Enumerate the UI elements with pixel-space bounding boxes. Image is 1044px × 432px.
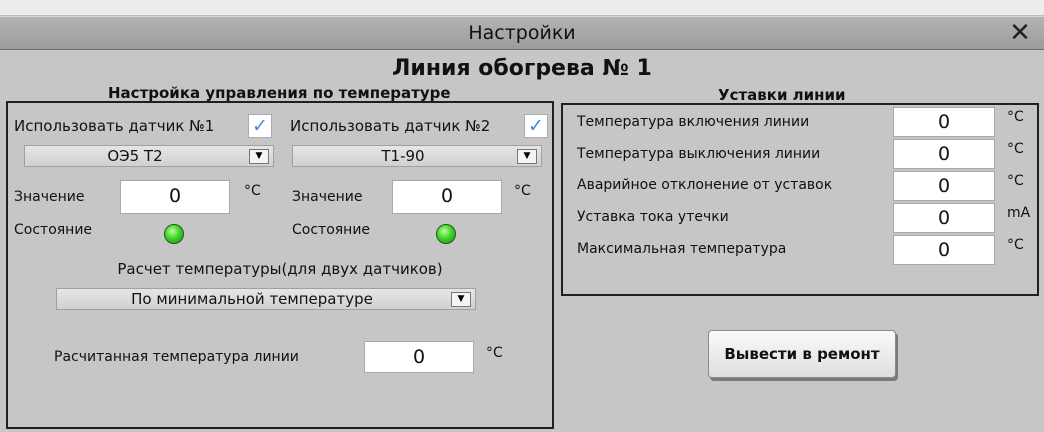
sensor2-status-led-icon (436, 224, 456, 244)
sensor1-status-led-icon (164, 224, 184, 244)
calc-mode-select[interactable]: По минимальной температуре ▼ (56, 288, 476, 310)
sensor2-value-label: Значение (292, 189, 363, 205)
sensor1-type-select[interactable]: ОЭ5 Т2 ▼ (24, 145, 274, 167)
dialog-titlebar: Настройки ✕ (0, 16, 1044, 50)
sensor1-checkbox[interactable]: ✓ (248, 114, 272, 138)
setpoint-leakage-current-field[interactable]: 0 (893, 203, 995, 233)
sensor1-type-value: ОЭ5 Т2 (107, 147, 163, 165)
sensor1-status-label: Состояние (14, 222, 93, 238)
sensor1-unit: °C (244, 183, 261, 199)
setpoint-label: Аварийное отклонение от уставок (577, 177, 833, 193)
sensor1-value-label: Значение (14, 189, 85, 205)
setpoint-label: Максимальная температура (577, 241, 787, 257)
sensor2-status-label: Состояние (292, 222, 371, 238)
calc-mode-label: Расчет температуры(для двух датчиков) (117, 260, 443, 278)
sensor2-unit: °C (514, 183, 531, 199)
setpoint-unit: °C (1007, 109, 1024, 125)
sensor2-type-value: Т1-90 (381, 147, 425, 165)
setpoint-label: Температура включения линии (577, 114, 810, 130)
temp-control-group-title: Настройка управления по температуре (108, 84, 451, 102)
setpoint-off-temp-field[interactable]: 0 (893, 139, 995, 169)
setpoint-alarm-deviation-field[interactable]: 0 (893, 171, 995, 201)
settings-dialog: Линия обогрева № 1 Настройка управления … (0, 51, 1044, 432)
setpoint-max-temp-field[interactable]: 0 (893, 235, 995, 265)
close-icon[interactable]: ✕ (1004, 18, 1036, 48)
chevron-down-icon[interactable]: ▼ (249, 149, 269, 164)
setpoints-group-title: Уставки линии (718, 86, 846, 104)
check-icon: ✓ (252, 115, 268, 137)
chevron-down-icon[interactable]: ▼ (517, 149, 537, 164)
setpoint-on-temp-field[interactable]: 0 (893, 107, 995, 137)
calculated-temp-label: Расчитанная температура линии (54, 349, 299, 365)
setpoint-label: Уставка тока утечки (577, 209, 729, 225)
sensor2-type-select[interactable]: Т1-90 ▼ (292, 145, 542, 167)
calc-mode-value: По минимальной температуре (131, 290, 373, 308)
sensor2-checkbox-label: Использовать датчик №2 (290, 117, 491, 135)
setpoints-group: Температура включения линии 0 °C Темпера… (561, 103, 1039, 296)
setpoint-unit: °C (1007, 173, 1024, 189)
setpoint-unit: mA (1007, 205, 1031, 221)
send-to-repair-button[interactable]: Вывести в ремонт (708, 330, 896, 378)
calculated-temp-unit: °C (486, 345, 503, 361)
dialog-title: Настройки (468, 22, 576, 44)
chevron-down-icon[interactable]: ▼ (451, 292, 471, 307)
check-icon: ✓ (528, 115, 544, 137)
setpoint-unit: °C (1007, 237, 1024, 253)
setpoint-unit: °C (1007, 141, 1024, 157)
calculated-temp-field: 0 (364, 341, 474, 373)
setpoint-label: Температура выключения линии (577, 146, 821, 162)
background-window-strip (0, 0, 1044, 16)
sensor2-checkbox[interactable]: ✓ (524, 114, 548, 138)
sensor1-value-field[interactable]: 0 (120, 180, 230, 214)
sensor1-checkbox-label: Использовать датчик №1 (14, 117, 215, 135)
page-title: Линия обогрева № 1 (392, 56, 652, 81)
sensor2-value-field[interactable]: 0 (392, 180, 502, 214)
temp-control-group: Использовать датчик №1 ✓ ОЭ5 Т2 ▼ Значен… (6, 101, 554, 429)
